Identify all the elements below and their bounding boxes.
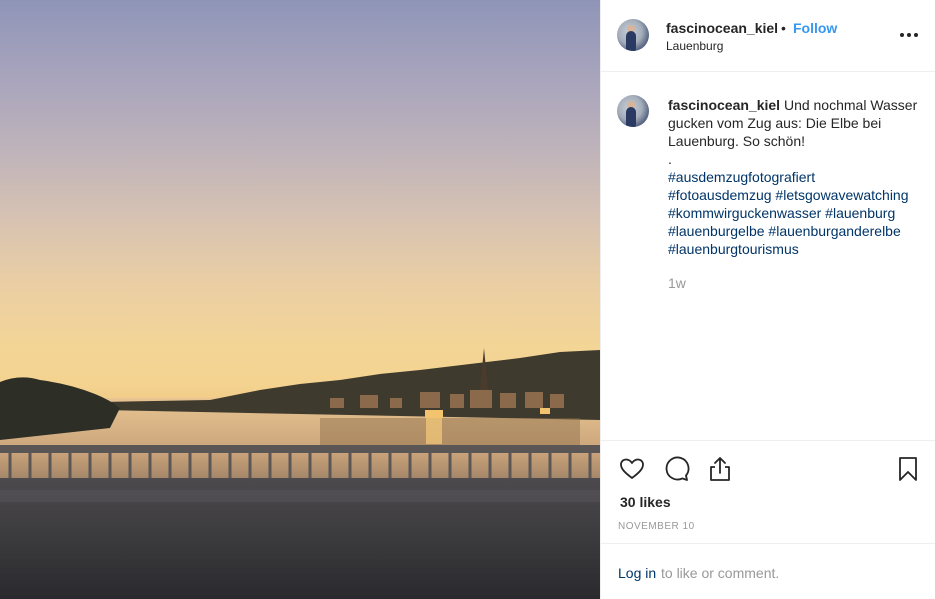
post-header: fascinocean_kiel • Follow Lauenburg	[601, 0, 935, 72]
post-side-panel: fascinocean_kiel • Follow Lauenburg fasc…	[600, 0, 935, 599]
hashtag-link[interactable]: #lauenburg	[825, 205, 895, 221]
caption-timestamp[interactable]: 1w	[668, 274, 924, 292]
avatar-body	[626, 31, 636, 51]
login-prompt: Log in to like or comment.	[601, 543, 935, 599]
bookmark-icon[interactable]	[894, 455, 922, 483]
header-separator: •	[781, 20, 786, 36]
avatar-body	[626, 107, 636, 127]
share-icon[interactable]	[706, 455, 734, 483]
caption-area: fascinocean_kiel Und nochmal Wasser guck…	[601, 72, 935, 440]
post-date[interactable]: NOVEMBER 10	[618, 521, 695, 532]
likes-count[interactable]: 30 likes	[620, 494, 671, 510]
hashtag-link[interactable]: #kommwirguckenwasser	[668, 205, 821, 221]
hashtag-link[interactable]: #lauenburgtourismus	[668, 241, 799, 257]
follow-button[interactable]: Follow	[793, 20, 837, 36]
caption-avatar[interactable]	[617, 95, 649, 127]
hashtag-link[interactable]: #lauenburgelbe	[668, 223, 765, 239]
post-photo[interactable]	[0, 0, 600, 599]
hashtag-link[interactable]: #lauenburganderelbe	[768, 223, 900, 239]
post-location[interactable]: Lauenburg	[666, 39, 723, 53]
login-link[interactable]: Log in	[618, 565, 656, 581]
heart-icon[interactable]	[618, 455, 646, 483]
hashtag-list: #ausdemzugfotografiert #fotoausdemzug #l…	[668, 169, 909, 257]
more-options-icon[interactable]	[899, 25, 919, 45]
hashtag-link[interactable]: #fotoausdemzug	[668, 187, 772, 203]
hashtag-link[interactable]: #ausdemzugfotografiert	[668, 169, 815, 185]
post-caption: fascinocean_kiel Und nochmal Wasser guck…	[668, 96, 924, 292]
author-avatar[interactable]	[617, 19, 649, 51]
hashtag-link[interactable]: #letsgowavewatching	[775, 187, 908, 203]
sunset-river-scene	[0, 348, 600, 599]
comment-icon[interactable]	[662, 455, 690, 483]
login-prompt-text: to like or comment.	[661, 565, 780, 581]
author-username[interactable]: fascinocean_kiel	[666, 20, 778, 36]
caption-dot: .	[668, 151, 672, 167]
caption-username[interactable]: fascinocean_kiel	[668, 97, 780, 113]
post-actions: 30 likes NOVEMBER 10	[601, 440, 935, 544]
